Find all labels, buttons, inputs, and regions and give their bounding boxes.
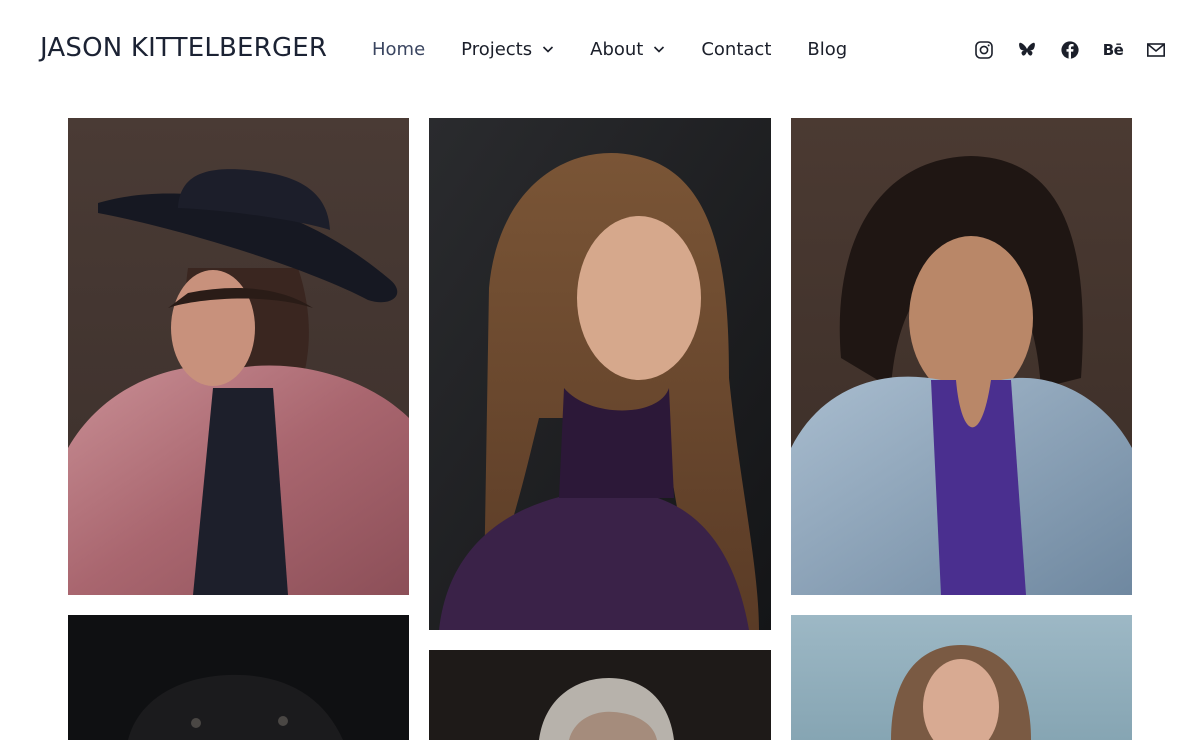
nav-item-home[interactable]: Home [372, 39, 425, 60]
portrait-woman-hat-photo[interactable] [68, 118, 409, 595]
instagram-icon[interactable] [973, 39, 995, 61]
portrait-dog-photo[interactable] [68, 615, 409, 740]
portrait-man-denim-jacket-photo[interactable] [791, 118, 1132, 595]
social-links: Bē [973, 39, 1167, 61]
nav-item-label: Projects [461, 38, 533, 60]
behance-icon[interactable]: Bē [1102, 39, 1124, 61]
site-logo[interactable]: JASON KITTELBERGER [40, 33, 327, 63]
nav-item-contact[interactable]: Contact [701, 39, 771, 60]
nav-item-label: Home [372, 38, 426, 60]
chevron-down-icon [653, 43, 665, 55]
portrait-freckled-woman-photo[interactable] [429, 118, 771, 630]
nav-item-label: Contact [701, 38, 772, 60]
site-header: JASON KITTELBERGER Home Projects About C… [0, 0, 1200, 100]
nav-item-label: About [590, 38, 644, 60]
bluesky-icon[interactable] [1016, 39, 1038, 61]
nav-item-blog[interactable]: Blog [807, 39, 847, 60]
portrait-older-man-photo[interactable] [429, 650, 771, 740]
email-icon[interactable] [1145, 39, 1167, 61]
portrait-older-woman-photo[interactable] [791, 615, 1132, 740]
main-nav: Home Projects About Contact Blog [372, 37, 883, 61]
facebook-icon[interactable] [1059, 39, 1081, 61]
nav-item-about[interactable]: About [590, 39, 665, 60]
chevron-down-icon [542, 43, 554, 55]
nav-item-label: Blog [807, 38, 848, 60]
behance-label: Bē [1102, 41, 1124, 59]
nav-item-projects[interactable]: Projects [461, 39, 554, 60]
